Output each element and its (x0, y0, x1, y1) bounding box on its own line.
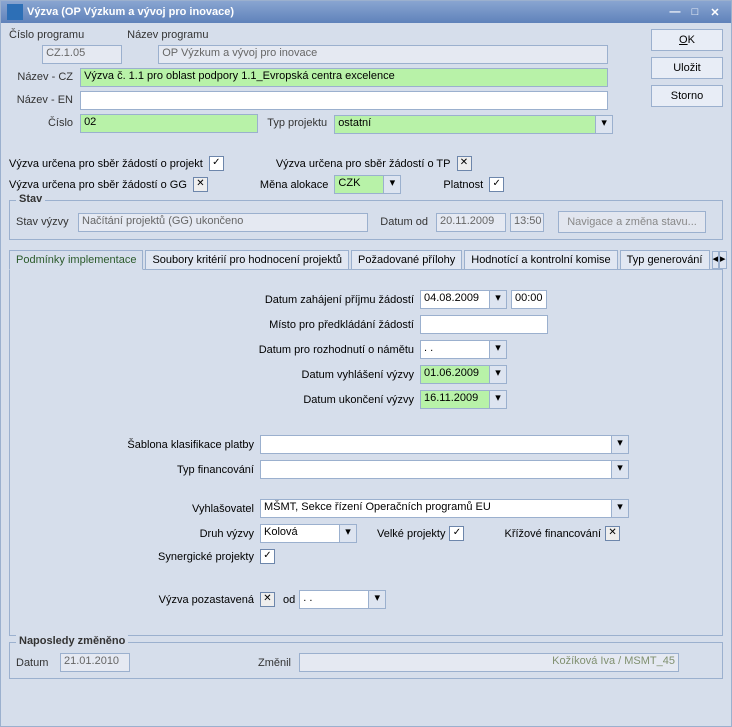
chevron-down-icon[interactable]: ▾ (340, 524, 357, 543)
stav-legend: Stav (16, 193, 45, 205)
chevron-down-icon[interactable]: ▾ (612, 460, 629, 479)
window-title: Výzva (OP Výzkum a vývoj pro inovace) (27, 6, 234, 18)
pozastavena-label: Výzva pozastavená (20, 594, 260, 606)
stav-group: Stav Stav výzvy Načítání projektů (GG) u… (9, 200, 723, 240)
tab-komise[interactable]: Hodnotící a kontrolní komise (464, 250, 617, 269)
cas-zahajeni-input[interactable]: 00:00 (511, 290, 547, 309)
chevron-down-icon[interactable]: ▾ (384, 175, 401, 194)
chevron-down-icon[interactable]: ▾ (612, 435, 629, 454)
datum-od-label: Datum od (372, 216, 432, 228)
typ-fin-label: Typ financování (20, 464, 260, 476)
nazev-en-input[interactable] (80, 91, 608, 110)
navigace-button[interactable]: Navigace a změna stavu... (558, 211, 706, 233)
velke-projekty-label: Velké projekty (377, 528, 445, 540)
sber-gg-label: Výzva určena pro sběr žádostí o GG (9, 179, 187, 191)
datum-ukonceni-input[interactable]: 16.11.2009 (420, 390, 490, 409)
nazev-programu-field: OP Výzkum a vývoj pro inovace (158, 45, 608, 64)
tab-bar: Podmínky implementace Soubory kritérií p… (9, 250, 723, 270)
chevron-down-icon[interactable]: ▾ (490, 290, 507, 309)
typ-fin-select[interactable] (260, 460, 612, 479)
vyhlasovatel-label: Vyhlašovatel (20, 503, 260, 515)
datum-vyhlaseni-label: Datum vyhlášení výzvy (20, 369, 420, 381)
nazev-cz-input[interactable]: Výzva č. 1.1 pro oblast podpory 1.1_Evro… (80, 68, 608, 87)
chevron-down-icon[interactable]: ▾ (490, 340, 507, 359)
krizove-label: Křížové financování (504, 528, 601, 540)
vyhlasovatel-select[interactable]: MŠMT, Sekce řízení Operačních programů E… (260, 499, 612, 518)
sablona-select[interactable] (260, 435, 612, 454)
time-field: 13:50 (510, 213, 544, 232)
druh-vyzvy-label: Druh výzvy (20, 528, 260, 540)
typ-projektu-select[interactable]: ostatní (334, 115, 596, 134)
tab-podminky[interactable]: Podmínky implementace (9, 250, 143, 270)
stav-vyzvy-field: Načítání projektů (GG) ukončeno (78, 213, 368, 232)
datum-rozhodnuti-input[interactable]: . . (420, 340, 490, 359)
footer-group: Naposledy změněno Datum 21.01.2010 Změni… (9, 642, 723, 679)
tab-scroll-left[interactable]: ◂ (712, 251, 720, 269)
sber-projekt-checkbox[interactable]: ✓ (209, 156, 224, 171)
datum-vyhlaseni-input[interactable]: 01.06.2009 (420, 365, 490, 384)
minimize-icon[interactable]: — (665, 6, 685, 18)
sablona-label: Šablona klasifikace platby (20, 439, 260, 451)
typ-projektu-label: Typ projektu (261, 117, 331, 129)
velke-projekty-checkbox[interactable]: ✓ (449, 526, 464, 541)
datum-ukonceni-label: Datum ukončení výzvy (20, 394, 420, 406)
platnost-checkbox[interactable]: ✓ (489, 177, 504, 192)
app-icon (7, 4, 23, 20)
synergicke-checkbox[interactable]: ✓ (260, 549, 275, 564)
maximize-icon[interactable]: □ (685, 6, 705, 18)
chevron-down-icon[interactable]: ▾ (490, 390, 507, 409)
tab-typgen[interactable]: Typ generování (620, 250, 710, 269)
footer-zmenil-label: Změnil (258, 657, 295, 669)
ok-button[interactable]: OOKK (651, 29, 723, 51)
footer-datum-field: 21.01.2010 (60, 653, 130, 672)
cislo-programu-label: Číslo programu (9, 29, 81, 41)
chevron-down-icon[interactable]: ▾ (490, 365, 507, 384)
close-icon[interactable]: ✕ (705, 6, 725, 19)
datum-zahajeni-input[interactable]: 04.08.2009 (420, 290, 490, 309)
cancel-button[interactable]: Storno (651, 85, 723, 107)
pozastavena-checkbox[interactable]: ✕ (260, 592, 275, 607)
od-label: od (283, 594, 295, 606)
cislo-input[interactable]: 02 (80, 114, 258, 133)
mena-select[interactable]: CZK (334, 175, 384, 194)
datum-zahajeni-label: Datum zahájení příjmu žádostí (20, 294, 420, 306)
tab-panel: Datum zahájení příjmu žádostí 04.08.2009… (9, 270, 723, 636)
stav-vyzvy-label: Stav výzvy (16, 216, 74, 228)
druh-vyzvy-select[interactable]: Kolová (260, 524, 340, 543)
tab-scroll-right[interactable]: ▸ (719, 251, 727, 269)
sber-projekt-label: Výzva určena pro sběr žádostí o projekt (9, 158, 203, 170)
sber-gg-checkbox[interactable]: ✕ (193, 177, 208, 192)
misto-input[interactable] (420, 315, 548, 334)
chevron-down-icon[interactable]: ▾ (596, 115, 613, 134)
mena-label: Měna alokace (260, 179, 329, 191)
chevron-down-icon[interactable]: ▾ (369, 590, 386, 609)
cislo-label: Číslo (9, 117, 77, 129)
cislo-programu-field: CZ.1.05 (42, 45, 122, 64)
chevron-down-icon[interactable]: ▾ (612, 499, 629, 518)
footer-datum-label: Datum (16, 657, 56, 669)
od-input[interactable]: . . (299, 590, 369, 609)
krizove-checkbox[interactable]: ✕ (605, 526, 620, 541)
misto-label: Místo pro předkládání žádostí (20, 319, 420, 331)
tab-soubory[interactable]: Soubory kritérií pro hodnocení projektů (145, 250, 349, 269)
synergicke-label: Synergické projekty (20, 551, 260, 563)
sber-tp-label: Výzva určena pro sběr žádostí o TP (276, 158, 451, 170)
platnost-label: Platnost (443, 179, 483, 191)
title-bar: Výzva (OP Výzkum a vývoj pro inovace) — … (1, 1, 731, 23)
save-button[interactable]: Uložit (651, 57, 723, 79)
footer-zmenil-field: Kožíková Iva / MSMT_45 (299, 653, 679, 672)
nazev-en-label: Název - EN (9, 94, 77, 106)
tab-prilohy[interactable]: Požadované přílohy (351, 250, 462, 269)
sber-tp-checkbox[interactable]: ✕ (457, 156, 472, 171)
datum-od-field: 20.11.2009 (436, 213, 506, 232)
nazev-cz-label: Název - CZ (9, 71, 77, 83)
datum-rozhodnuti-label: Datum pro rozhodnutí o námětu (20, 344, 420, 356)
footer-legend: Naposledy změněno (16, 635, 128, 647)
nazev-programu-label: Název programu (127, 29, 212, 41)
